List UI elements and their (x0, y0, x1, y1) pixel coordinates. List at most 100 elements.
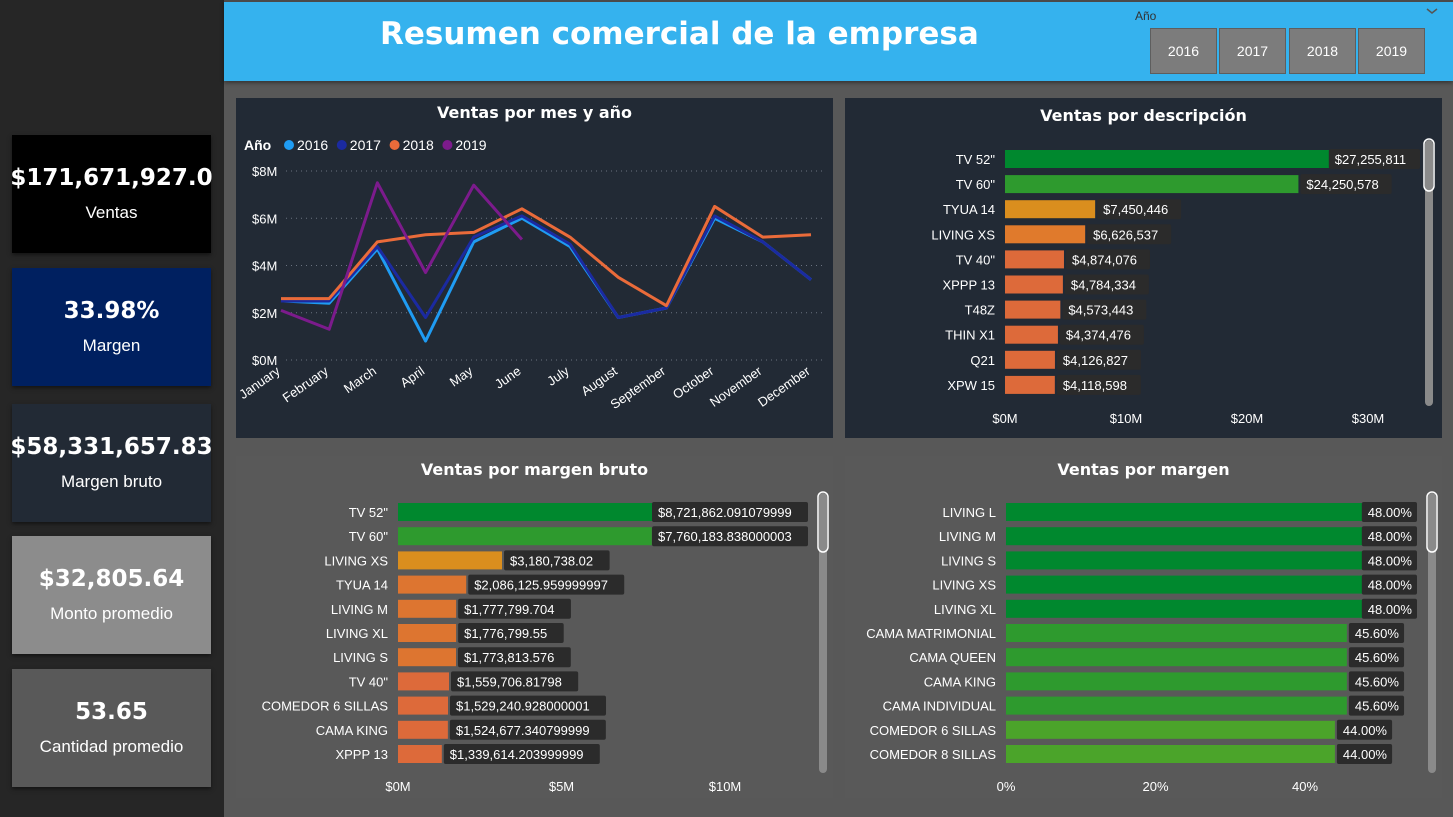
kpi-card-margen-bruto: $58,331,657.83 Margen bruto (10, 404, 213, 522)
category-label: LIVING S (941, 553, 996, 568)
category-label: XPPP 13 (335, 747, 388, 762)
data-label: $1,524,677.340799999 (456, 723, 590, 738)
x-tick-label: 40% (1292, 779, 1318, 794)
category-label: LIVING XL (934, 602, 996, 617)
bar (1005, 375, 1055, 394)
category-label: THIN X1 (945, 328, 995, 343)
category-label: LIVING M (939, 529, 996, 544)
bar (398, 672, 450, 691)
kpi-label: Ventas (85, 203, 138, 222)
bar (1006, 599, 1365, 618)
bar (398, 648, 457, 667)
bar-chart-descripcion-panel: Ventas por descripción TV 52" $27,255,811 T… (845, 98, 1442, 438)
category-label: TYUA 14 (943, 202, 995, 217)
data-label: $8,721,862.091079999 (658, 505, 792, 520)
scrollbar-track (1428, 493, 1436, 773)
legend-marker (389, 140, 400, 150)
year-slicer-title: Año (1135, 9, 1157, 23)
x-tick-label: $0M (992, 411, 1017, 426)
year-button-2019[interactable]: 2019 (1358, 28, 1425, 74)
x-tick-label: $0M (385, 779, 410, 794)
data-label: $1,776,799.55 (464, 626, 547, 641)
data-label: $7,450,446 (1103, 202, 1168, 217)
bar (1006, 575, 1365, 594)
category-label: XPW 15 (947, 378, 995, 393)
data-label: 48.00% (1368, 505, 1413, 520)
category-label: LIVING M (331, 602, 388, 617)
scrollbar-track (819, 493, 827, 773)
bar (1005, 300, 1061, 319)
data-label: $27,255,811 (1335, 152, 1406, 167)
bar (1006, 696, 1347, 715)
bar (1006, 745, 1335, 763)
category-label: CAMA KING (316, 723, 388, 738)
kpi-value: $58,331,657.83 (10, 434, 213, 460)
bar (1005, 275, 1063, 294)
category-label: CAMA KING (924, 674, 996, 689)
x-tick-label: 0% (997, 779, 1016, 794)
year-button-2017[interactable]: 2017 (1219, 28, 1286, 74)
bar (1005, 200, 1096, 219)
bar (1005, 175, 1299, 194)
bar (1006, 720, 1335, 739)
bar-chart-margen-bruto-panel: Ventas por margen bruto TV 52" $8,721,862.… (236, 456, 833, 798)
category-label: COMEDOR 6 SILLAS (870, 723, 997, 738)
bar (398, 599, 457, 618)
legend-marker (336, 140, 347, 150)
bar (398, 551, 503, 570)
kpi-card-monto-promedio: $32,805.64 Monto promedio (12, 536, 211, 654)
bar (398, 575, 467, 594)
chart-title: Ventas por margen bruto (421, 460, 648, 479)
data-label: 45.60% (1355, 626, 1400, 641)
data-label: $4,374,476 (1066, 328, 1131, 343)
bar (1006, 648, 1347, 667)
legend-marker (442, 140, 453, 150)
data-label: 44.00% (1343, 723, 1388, 738)
data-label: $2,086,125.959999997 (474, 578, 608, 593)
bar (1006, 624, 1347, 642)
chevron-down-icon[interactable] (1425, 6, 1439, 16)
kpi-label: Margen bruto (60, 472, 163, 491)
kpi-label: Margen (82, 336, 141, 355)
category-label: TV 52" (956, 152, 996, 167)
line-chart-panel: Ventas por mes y año Año 2016 2017 2018 2019 $… (236, 98, 833, 438)
category-label: LIVING XS (324, 553, 388, 568)
data-label: $1,559,706.81798 (457, 674, 562, 689)
bar (398, 624, 457, 642)
year-button-2018[interactable]: 2018 (1289, 28, 1356, 74)
x-tick-label: 20% (1142, 779, 1168, 794)
category-label: T48Z (965, 303, 995, 318)
bar (1005, 150, 1335, 168)
bar-chart-ventas-margen-bruto: Ventas por margen bruto TV 52" $8,721,862.… (236, 456, 833, 798)
year-button-2016[interactable]: 2016 (1150, 28, 1217, 74)
bar (1006, 551, 1365, 570)
category-label: LIVING XS (932, 578, 996, 593)
data-label: 45.60% (1355, 650, 1400, 665)
data-label: $4,573,443 (1068, 303, 1133, 318)
kpi-card-margen: 33.98% Margen (12, 268, 211, 386)
y-tick-label: $6M (252, 211, 277, 226)
category-label: CAMA QUEEN (909, 650, 996, 665)
chart-title: Ventas por margen (1057, 460, 1229, 479)
x-tick-label: $20M (1231, 411, 1264, 426)
data-label: $24,250,578 (1306, 177, 1378, 192)
x-tick-label: $5M (549, 779, 574, 794)
kpi-value: 53.65 (75, 699, 148, 725)
bar (1005, 225, 1086, 244)
x-tick-label: $10M (1110, 411, 1143, 426)
data-label: $1,773,813.576 (464, 650, 554, 665)
data-label: $7,760,183.838000003 (658, 529, 792, 544)
chart-title: Ventas por mes y año (437, 103, 632, 122)
data-label: $1,339,614.203999999 (450, 747, 584, 762)
bar-chart-ventas-margen: Ventas por margen LIVING L 48.00% LIVING M 4… (845, 456, 1442, 798)
category-label: CAMA INDIVIDUAL (883, 699, 996, 714)
data-label: $1,529,240.928000001 (456, 699, 590, 714)
kpi-card-cantidad-promedio: 53.65 Cantidad promedio (12, 669, 211, 787)
page-title: Resumen comercial de la empresa (380, 16, 979, 52)
bar (1005, 350, 1055, 369)
data-label: $3,180,738.02 (510, 553, 593, 568)
bar (1006, 672, 1347, 691)
category-label: TV 40" (349, 674, 389, 689)
bar (398, 720, 448, 739)
data-label: 48.00% (1368, 529, 1413, 544)
